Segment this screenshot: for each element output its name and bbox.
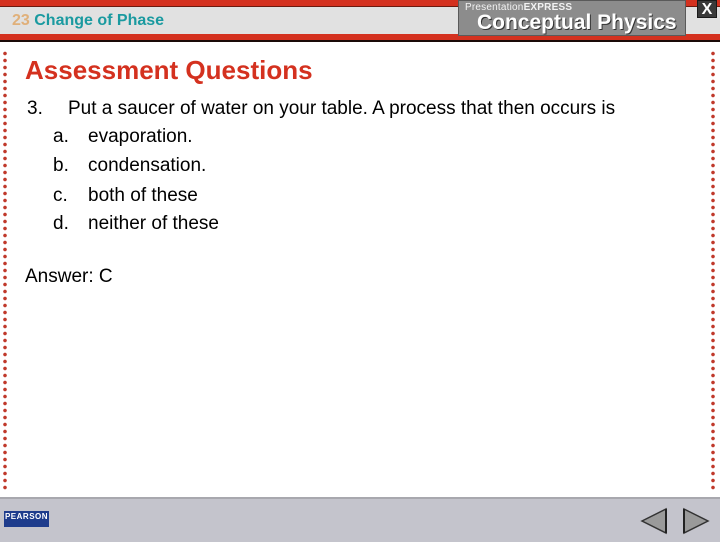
option-text: evaporation. <box>88 126 193 147</box>
product-name: Conceptual Physics <box>477 11 677 34</box>
chapter-title: Change of Phase <box>34 12 165 29</box>
option-letter: a. <box>53 126 69 147</box>
next-slide-button[interactable] <box>680 507 710 535</box>
option-text: neither of these <box>88 213 219 234</box>
option-letter: c. <box>53 185 68 206</box>
option-letter: b. <box>53 155 69 176</box>
chapter-number: 23 <box>12 12 30 29</box>
option-text: both of these <box>88 185 198 206</box>
question-text: Put a saucer of water on your table. A p… <box>68 98 616 119</box>
slide-title: Assessment Questions <box>25 55 313 85</box>
brand-logo: PresentationEXPRESS Conceptual Physics <box>458 0 686 36</box>
answer-text: Answer: C <box>25 266 113 287</box>
triangle-right-icon <box>683 507 710 535</box>
dotted-border-left <box>3 50 7 490</box>
close-button[interactable]: X <box>697 0 717 18</box>
option-letter: d. <box>53 213 69 234</box>
pearson-logo: PEARSON <box>4 511 49 527</box>
question-number: 3. <box>27 98 43 119</box>
header-divider <box>0 40 720 42</box>
option-text: condensation. <box>88 155 207 176</box>
triangle-left-icon <box>640 507 667 535</box>
dotted-border-right <box>711 50 715 490</box>
previous-slide-button[interactable] <box>640 507 670 535</box>
header-bar: 23 Change of Phase PresentationEXPRESS C… <box>0 0 720 42</box>
footer-bar: PEARSON <box>0 497 720 542</box>
chapter-heading: 23 Change of Phase <box>12 12 164 30</box>
